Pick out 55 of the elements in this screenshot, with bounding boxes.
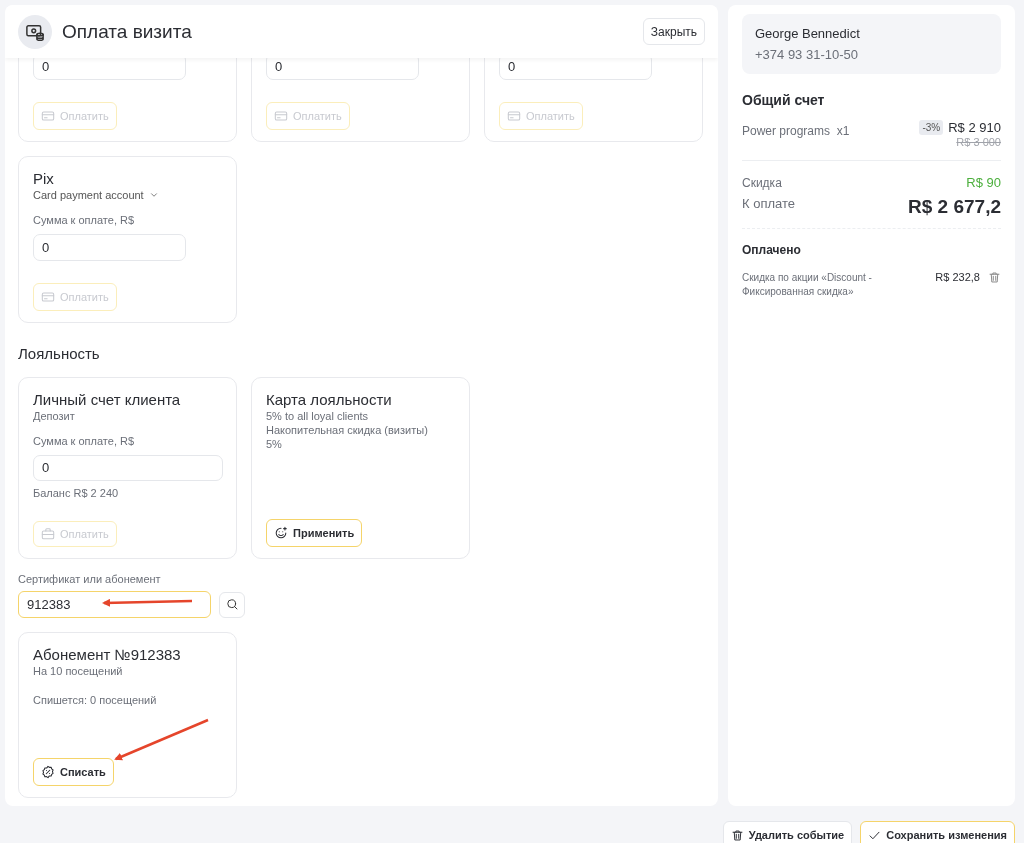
chevron-down-icon: [148, 190, 159, 200]
delete-payment-button[interactable]: [988, 271, 1001, 284]
discount-label: Скидка: [742, 175, 782, 190]
total-label: К оплате: [742, 196, 796, 211]
amount-field[interactable]: 0: [33, 234, 186, 261]
trash-icon: [730, 828, 744, 842]
card-title: Карта лояльности: [266, 390, 392, 409]
credit-card-icon: [507, 109, 521, 123]
search-button[interactable]: [219, 591, 245, 618]
card-note: Спишется: 0 посещений: [33, 694, 157, 706]
price-text: R$ 2 910: [948, 120, 1001, 135]
payment-amount: R$ 232,8: [934, 271, 980, 283]
section-heading: Общий счет: [742, 92, 826, 108]
card-subtitle: 5% to all loyal clients: [266, 409, 369, 423]
section-heading: Лояльность: [18, 345, 101, 362]
briefcase-icon: [41, 526, 55, 541]
client-phone: +374 93 31-10-50: [755, 47, 859, 62]
field-label: Сумма к оплате, R$: [33, 214, 135, 227]
trash-icon: [988, 271, 1001, 284]
balance-text: Баланс R$ 2 240: [33, 486, 119, 499]
dialog-title: Оплата визита: [62, 20, 193, 43]
account-dropdown[interactable]: Card payment account: [33, 188, 159, 202]
credit-card-icon: [41, 290, 55, 304]
apply-button[interactable]: Применить: [266, 519, 363, 547]
search-icon: [225, 598, 239, 611]
credit-card-icon: [41, 109, 55, 123]
discount-badge: -3%: [919, 120, 944, 135]
amount-field[interactable]: 0: [33, 455, 223, 481]
save-changes-button[interactable]: Сохранить изменения: [860, 821, 1015, 843]
write-off-button[interactable]: Списать: [33, 758, 114, 786]
card-title: Абонемент №912383: [33, 645, 181, 664]
amount-field[interactable]: 0: [266, 58, 419, 80]
certificate-field[interactable]: 912383: [18, 591, 211, 618]
section-heading: Оплачено: [742, 243, 802, 257]
delete-event-button[interactable]: Удалить событие: [722, 821, 853, 843]
old-price: R$ 3 000: [956, 136, 1001, 148]
card-subtitle: На 10 посещений: [33, 664, 123, 678]
card-subtitle: Депозит: [33, 409, 75, 423]
field-label: Сертификат или абонемент: [18, 573, 162, 586]
amount-field[interactable]: 0: [499, 58, 652, 80]
service-name: Power programs x1: [742, 124, 850, 140]
amount-field[interactable]: 0: [33, 58, 186, 80]
field-label: Сумма к оплате, R$: [33, 435, 135, 448]
card-subtitle: Накопительная скидка (визиты): [266, 423, 428, 437]
client-name: George Bennedict: [755, 26, 861, 42]
discount-amount: R$ 90: [966, 175, 1001, 190]
card-title: Pix: [33, 169, 54, 188]
percent-badge-icon: [41, 765, 55, 779]
card-title: Личный счет клиента: [33, 390, 181, 409]
credit-card-icon: [274, 109, 288, 123]
smile-icon: [274, 526, 288, 540]
card-subtitle: 5%: [266, 437, 282, 451]
total-amount: R$ 2 677,2: [908, 196, 1001, 218]
payment-description: Скидка по акции «Discount - Фиксированная скидка»: [742, 271, 873, 299]
close-button[interactable]: Закрыть: [642, 18, 705, 45]
